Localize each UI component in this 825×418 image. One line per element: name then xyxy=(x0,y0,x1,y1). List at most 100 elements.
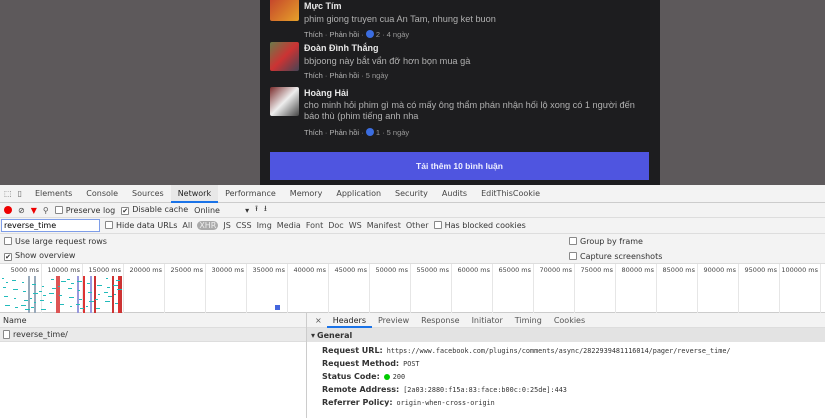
filter-type-js[interactable]: JS xyxy=(223,221,230,230)
network-overview[interactable]: 5000 ms 10000 ms 15000 ms 20000 ms 25000 ms 3… xyxy=(0,264,825,313)
status-dot-icon xyxy=(383,373,390,380)
overview-request-bar xyxy=(41,309,46,310)
filter-type-ws[interactable]: WS xyxy=(349,221,362,230)
general-section-header[interactable]: ▾ General xyxy=(307,328,825,342)
inspect-element-icon[interactable]: ⬚ xyxy=(0,189,16,198)
request-row[interactable]: reverse_time/ xyxy=(0,328,306,342)
comment-author[interactable]: Mực Tím xyxy=(304,1,342,11)
tab-console[interactable]: Console xyxy=(79,185,125,203)
overview-request-bar xyxy=(60,304,64,305)
reply-link[interactable]: Phản hồi xyxy=(329,71,359,80)
like-icon xyxy=(365,30,374,38)
overview-screenshot-marker xyxy=(275,305,280,310)
tab-application[interactable]: Application xyxy=(329,185,388,203)
has-blocked-cookies-checkbox[interactable]: Has blocked cookies xyxy=(433,221,526,230)
filter-type-all[interactable]: All xyxy=(182,221,192,230)
overview-request-bar xyxy=(15,307,18,308)
throttle-select[interactable]: Online ▾ xyxy=(194,206,249,215)
header-key: Status Code: xyxy=(322,372,380,381)
header-row: Request Method: POST xyxy=(307,357,825,370)
show-overview-checkbox[interactable]: ✔ Show overview xyxy=(4,251,569,261)
overview-tick-label: 45000 ms xyxy=(334,266,367,274)
hide-data-urls-checkbox[interactable]: Hide data URLs xyxy=(105,221,177,230)
comment-time[interactable]: 5 ngày xyxy=(387,128,410,137)
filter-type-xhr[interactable]: XHR xyxy=(197,221,219,230)
overview-request-bar xyxy=(68,288,72,289)
filter-type-other[interactable]: Other xyxy=(406,221,429,230)
tab-sources[interactable]: Sources xyxy=(125,185,171,203)
comment-author[interactable]: Hoàng Hải xyxy=(304,88,349,98)
tab-response[interactable]: Response xyxy=(415,313,465,328)
overview-tick-label: 60000 ms xyxy=(457,266,490,274)
clear-icon[interactable]: ⊘ xyxy=(18,206,25,215)
like-link[interactable]: Thích xyxy=(304,128,323,137)
tab-headers[interactable]: Headers xyxy=(326,313,372,328)
filter-type-font[interactable]: Font xyxy=(306,221,323,230)
like-link[interactable]: Thích xyxy=(304,30,323,39)
like-link[interactable]: Thích xyxy=(304,71,323,80)
filter-row: Hide data URLs All XHR JS CSS Img Media Font Do… xyxy=(0,218,825,234)
capture-screenshots-checkbox[interactable]: Capture screenshots xyxy=(569,251,662,261)
overview-tick-label: 65000 ms xyxy=(498,266,531,274)
header-key: Remote Address: xyxy=(322,385,400,394)
device-toolbar-icon[interactable]: ▯ xyxy=(16,189,28,198)
preserve-log-checkbox[interactable]: Preserve log xyxy=(54,205,115,215)
overview-tick-label: 90000 ms xyxy=(703,266,736,274)
tab-initiator[interactable]: Initiator xyxy=(466,313,509,328)
tab-cookies[interactable]: Cookies xyxy=(548,313,591,328)
tab-memory[interactable]: Memory xyxy=(283,185,330,203)
filter-type-media[interactable]: Media xyxy=(277,221,301,230)
overview-request-bar xyxy=(24,300,28,301)
overview-gridline xyxy=(820,264,821,313)
tab-editthiscookie[interactable]: EditThisCookie xyxy=(474,185,547,203)
import-har-icon[interactable]: ⭱ xyxy=(255,203,258,217)
avatar xyxy=(270,0,299,21)
header-key: Request Method: xyxy=(322,359,400,368)
overview-request-bar xyxy=(87,283,90,284)
tab-timing[interactable]: Timing xyxy=(509,313,548,328)
filter-type-img[interactable]: Img xyxy=(257,221,272,230)
overview-marker xyxy=(28,276,30,313)
comment-time[interactable]: 5 ngày xyxy=(366,71,389,80)
filter-type-manifest[interactable]: Manifest xyxy=(367,221,401,230)
large-rows-checkbox[interactable]: Use large request rows xyxy=(4,237,569,246)
export-har-icon[interactable]: ⭳ xyxy=(264,203,267,217)
overview-request-bar xyxy=(51,279,54,280)
filter-type-doc[interactable]: Doc xyxy=(328,221,343,230)
overview-request-bar xyxy=(77,281,82,282)
tab-elements[interactable]: Elements xyxy=(28,185,79,203)
filter-input[interactable] xyxy=(1,219,100,232)
overview-request-bar xyxy=(30,298,32,299)
load-more-comments-button[interactable]: Tải thêm 10 bình luận xyxy=(270,152,649,180)
tab-audits[interactable]: Audits xyxy=(435,185,474,203)
overview-tick-label: 10000 ms xyxy=(47,266,80,274)
tab-security[interactable]: Security xyxy=(388,185,435,203)
close-icon[interactable]: × xyxy=(310,316,327,325)
record-icon[interactable] xyxy=(4,206,12,214)
filter-icon[interactable]: ▼ xyxy=(31,206,37,215)
overview-request-bar xyxy=(95,299,98,300)
search-icon[interactable]: ⚲ xyxy=(43,206,49,215)
reply-link[interactable]: Phản hồi xyxy=(329,128,359,137)
overview-request-bar xyxy=(80,308,84,309)
overview-request-bar xyxy=(33,293,38,294)
tab-performance[interactable]: Performance xyxy=(218,185,283,203)
overview-tick-label: 35000 ms xyxy=(252,266,285,274)
overview-tick-label: 20000 ms xyxy=(129,266,162,274)
file-icon xyxy=(3,330,10,339)
reaction-count: 1 xyxy=(375,128,380,137)
comment-meta: Thích · Phản hồi · 1 · 5 ngày xyxy=(304,128,410,137)
group-by-frame-checkbox[interactable]: Group by frame xyxy=(569,237,643,246)
disable-cache-checkbox[interactable]: ✔ Disable cache xyxy=(121,205,188,215)
reply-link[interactable]: Phản hồi xyxy=(329,30,359,39)
overview-tick-label: 100000 ms xyxy=(781,266,818,274)
overview-request-bar xyxy=(98,294,100,295)
tab-network[interactable]: Network xyxy=(170,184,219,203)
overview-request-bar xyxy=(97,285,102,286)
name-column-header[interactable]: Name xyxy=(0,313,306,328)
comment-author[interactable]: Đoàn Đình Thắng xyxy=(304,43,379,53)
tab-preview[interactable]: Preview xyxy=(372,313,415,328)
comment-time[interactable]: 4 ngày xyxy=(387,30,410,39)
overview-request-bar xyxy=(13,289,18,290)
filter-type-css[interactable]: CSS xyxy=(236,221,252,230)
